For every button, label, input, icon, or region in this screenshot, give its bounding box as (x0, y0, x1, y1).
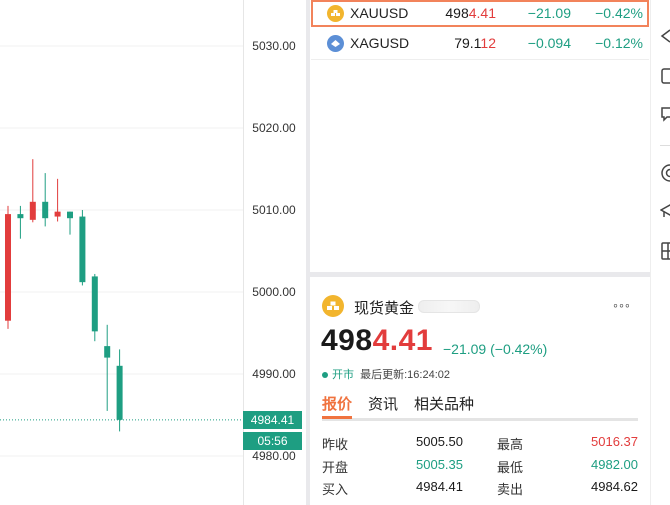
tab-related[interactable]: 相关品种 (414, 393, 474, 414)
y-tick-label: 5030.00 (252, 39, 296, 53)
candle-body (67, 211, 73, 219)
current-price: 4984.41 (321, 324, 433, 358)
high-label: 最高 (497, 437, 524, 452)
price-prefix: 79.1 (454, 35, 481, 51)
percent-value: −0.12% (595, 35, 643, 51)
ask-label: 卖出 (497, 482, 524, 497)
low-value: 4982.00 (591, 457, 638, 472)
price-suffix: 4.41 (468, 5, 496, 21)
status-line: 开市 最后更新:16:24:02 (322, 366, 450, 382)
square-icon[interactable] (661, 68, 670, 84)
silver-icon (327, 35, 344, 52)
y-tick-label: 5000.00 (252, 285, 296, 299)
market-status: 开市 (332, 369, 354, 381)
price-suffix: 4.41 (372, 324, 433, 357)
tab-bar-divider (322, 418, 638, 421)
tab-news[interactable]: 资讯 (368, 393, 398, 414)
masked-symbol (418, 300, 480, 313)
prev-close-value: 5005.50 (416, 434, 463, 449)
candle-body (116, 365, 123, 420)
panel-divider-horizontal[interactable] (310, 272, 650, 277)
change-value: −0.094 (527, 35, 571, 51)
watchlist-row-xauusd[interactable]: XAUUSD 4984.41 −21.09 −0.42% (311, 0, 649, 27)
bid-label: 买入 (322, 482, 349, 497)
change-value: −21.09 (527, 5, 571, 21)
price-prefix: 498 (445, 5, 469, 21)
watchlist-row-xagusd[interactable]: XAGUSD 79.112 −0.094 −0.12% (311, 30, 649, 57)
percent-value: −0.42% (595, 5, 643, 21)
back-arrow-icon[interactable] (659, 27, 670, 45)
tab-quote[interactable]: 报价 (322, 393, 352, 414)
high-value: 5016.37 (591, 434, 638, 449)
candle-body (5, 214, 11, 321)
price-suffix: 12 (480, 35, 496, 51)
symbol-label: XAGUSD (350, 35, 410, 51)
instrument-title: 现货黄金 (354, 300, 415, 317)
bid-value: 4984.41 (416, 479, 463, 494)
y-tick-label: 4980.00 (252, 449, 296, 463)
ask-value: 4984.62 (591, 479, 638, 494)
price-change: −21.09 (−0.42%) (443, 341, 548, 357)
price-value: 4984.41 (426, 5, 496, 21)
y-tick-label: 5010.00 (252, 203, 296, 217)
price-value: 79.112 (426, 35, 496, 51)
low-label: 最低 (497, 460, 524, 475)
y-tick-label: 5020.00 (252, 121, 296, 135)
more-icon[interactable]: ◦◦◦ (613, 297, 631, 313)
grid-icon[interactable] (661, 242, 670, 260)
active-tab-indicator (322, 416, 352, 419)
open-label: 开盘 (322, 460, 349, 475)
candle-body (54, 211, 61, 217)
last-update: 最后更新:16:24:02 (360, 369, 450, 381)
candle-body (79, 216, 86, 283)
message-icon[interactable] (661, 106, 670, 122)
countdown-tag: 05:56 (243, 432, 302, 450)
gold-bars-icon (322, 295, 344, 317)
toolbar-separator (660, 145, 670, 146)
status-dot-icon (322, 372, 328, 379)
toolbar-divider (650, 0, 651, 505)
row-divider (311, 59, 649, 60)
target-icon[interactable] (660, 163, 670, 183)
candle-body (29, 201, 36, 220)
candlestick-chart[interactable] (0, 0, 306, 505)
current-price-tag: 4984.41 (243, 411, 302, 429)
price-prefix: 498 (321, 324, 373, 357)
y-tick-label: 4990.00 (252, 367, 296, 381)
panel-divider[interactable] (306, 0, 310, 505)
gold-bars-icon (327, 5, 344, 22)
price-chart[interactable]: 5030.00 5020.00 5010.00 5000.00 4990.00 … (0, 0, 306, 505)
candle-body (104, 346, 111, 358)
candle-body (17, 214, 24, 219)
candle-body (91, 276, 98, 332)
graduation-icon[interactable] (660, 202, 670, 220)
candle-body (42, 201, 49, 219)
open-value: 5005.35 (416, 457, 463, 472)
prev-close-label: 昨收 (322, 437, 349, 452)
symbol-label: XAUUSD (350, 5, 409, 21)
